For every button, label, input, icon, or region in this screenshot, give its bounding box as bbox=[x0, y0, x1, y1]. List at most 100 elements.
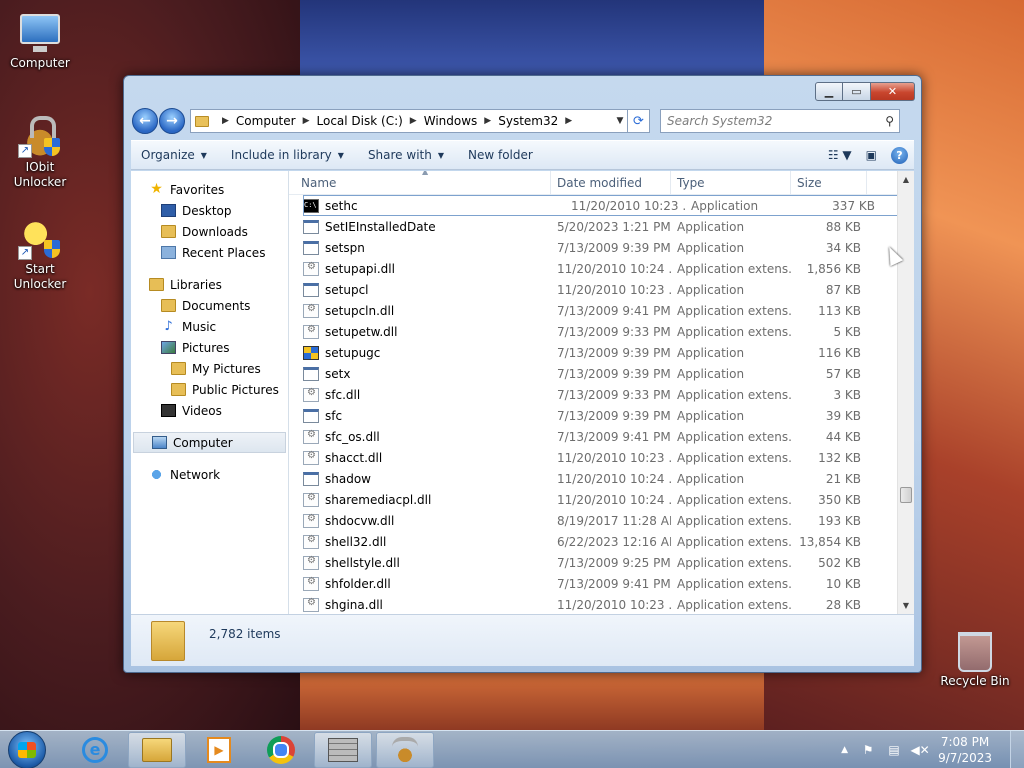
taskbar-unlocker[interactable] bbox=[376, 731, 434, 768]
nav-item-public-pictures[interactable]: Public Pictures bbox=[131, 379, 288, 400]
file-name-cell: setupugc bbox=[289, 345, 551, 360]
nav-item-music[interactable]: ♪ Music bbox=[131, 316, 288, 337]
vertical-scrollbar[interactable]: ▲ ▼ bbox=[897, 171, 914, 614]
column-header-type[interactable]: Type bbox=[671, 171, 791, 195]
column-header-name[interactable]: Name bbox=[289, 171, 551, 195]
file-row[interactable]: shacct.dll 11/20/2010 10:23 ... Applicatio… bbox=[289, 447, 914, 468]
taskbar-chrome[interactable] bbox=[252, 732, 310, 768]
nav-item-downloads[interactable]: Downloads bbox=[131, 221, 288, 242]
chevron-right-icon[interactable]: ▶ bbox=[565, 116, 572, 126]
file-type: Application extens... bbox=[677, 261, 791, 276]
file-row[interactable]: setupcln.dll 7/13/2009 9:41 PM Application… bbox=[289, 300, 914, 321]
column-header-date[interactable]: Date modified bbox=[551, 171, 671, 195]
nav-item-network[interactable]: Network bbox=[131, 464, 288, 485]
desktop-icon-recycle-bin[interactable]: Recycle Bin bbox=[935, 632, 1015, 689]
scrollbar-thumb[interactable] bbox=[900, 487, 912, 503]
file-row[interactable]: setupcl 11/20/2010 10:23 ... Application 87… bbox=[289, 279, 914, 300]
file-name-cell: setupapi.dll bbox=[289, 261, 551, 276]
details-pane: 2,782 items bbox=[131, 614, 914, 666]
address-dropdown-icon[interactable]: ▼ bbox=[613, 116, 627, 126]
show-hidden-icons-icon[interactable]: ▲ bbox=[841, 745, 848, 755]
file-row[interactable]: sfc 7/13/2009 9:39 PM Application 39 KB bbox=[289, 405, 914, 426]
folder-icon bbox=[151, 620, 185, 661]
volume-muted-icon[interactable]: ◀✕ bbox=[910, 742, 929, 758]
chevron-right-icon[interactable]: ▶ bbox=[484, 116, 491, 126]
taskbar-internet-explorer[interactable]: e bbox=[66, 732, 124, 768]
file-row[interactable]: shellstyle.dll 7/13/2009 9:25 PM Applicati… bbox=[289, 552, 914, 573]
file-size: 113 KB bbox=[818, 303, 861, 318]
content-area: ★ Favorites Desktop Downloads Recent Plac… bbox=[131, 171, 914, 614]
file-name: shell32.dll bbox=[325, 534, 387, 549]
start-button[interactable] bbox=[8, 730, 46, 768]
network-icon[interactable]: ▤ bbox=[886, 742, 902, 758]
breadcrumb-item[interactable]: Computer bbox=[236, 114, 296, 128]
chevron-right-icon[interactable]: ▶ bbox=[303, 116, 310, 126]
nav-item-videos[interactable]: Videos bbox=[131, 400, 288, 421]
scroll-up-icon[interactable]: ▲ bbox=[898, 171, 914, 188]
desktop-icon-computer[interactable]: Computer bbox=[0, 8, 80, 71]
file-row[interactable]: sfc_os.dll 7/13/2009 9:41 PM Application e… bbox=[289, 426, 914, 447]
view-options-icon[interactable]: ☷ ▼ bbox=[828, 148, 852, 162]
desktop-icon-iobit-unlocker[interactable]: ↗ IObit Unlocker bbox=[0, 114, 80, 190]
chevron-right-icon[interactable]: ▶ bbox=[410, 116, 417, 126]
dll-file-icon bbox=[303, 576, 319, 591]
taskbar-media-player[interactable]: ▶ bbox=[190, 732, 248, 768]
file-row[interactable]: sharemediacpl.dll 11/20/2010 10:24 ... App… bbox=[289, 489, 914, 510]
file-row[interactable]: shell32.dll 6/22/2023 12:16 AM Application… bbox=[289, 531, 914, 552]
preview-pane-icon[interactable]: ▣ bbox=[866, 148, 877, 162]
file-row[interactable]: setupetw.dll 7/13/2009 9:33 PM Application… bbox=[289, 321, 914, 342]
file-row[interactable]: setx 7/13/2009 9:39 PM Application 57 KB bbox=[289, 363, 914, 384]
close-button[interactable]: ✕ bbox=[871, 82, 915, 101]
file-date: 11/20/2010 10:24 ... bbox=[557, 492, 671, 507]
column-header-size[interactable]: Size bbox=[791, 171, 867, 195]
share-with-button[interactable]: Share with ▼ bbox=[368, 148, 444, 162]
nav-item-favorites[interactable]: ★ Favorites bbox=[131, 179, 288, 200]
help-icon[interactable]: ? bbox=[891, 146, 908, 164]
taskbar-windows-explorer[interactable] bbox=[128, 731, 186, 768]
scroll-down-icon[interactable]: ▼ bbox=[898, 597, 914, 614]
file-row[interactable]: shdocvw.dll 8/19/2017 11:28 AM Application… bbox=[289, 510, 914, 531]
desktop-icon-start-unlocker[interactable]: ↗ Start Unlocker bbox=[0, 216, 80, 292]
file-row[interactable]: shadow 11/20/2010 10:24 ... Application 21 … bbox=[289, 468, 914, 489]
breadcrumb-item[interactable]: System32 bbox=[498, 114, 558, 128]
clock-date: 9/7/2023 bbox=[938, 750, 992, 765]
include-in-library-button[interactable]: Include in library ▼ bbox=[231, 148, 344, 162]
clock[interactable]: 7:08 PM 9/7/2023 bbox=[938, 734, 992, 766]
file-row[interactable]: SetIEInstalledDate 5/20/2023 1:21 PM Appli… bbox=[289, 216, 914, 237]
nav-item-pictures[interactable]: Pictures bbox=[131, 337, 288, 358]
file-row[interactable]: shfolder.dll 7/13/2009 9:41 PM Application… bbox=[289, 573, 914, 594]
file-row[interactable]: setspn 7/13/2009 9:39 PM Application 34 KB bbox=[289, 237, 914, 258]
file-row[interactable]: setupapi.dll 11/20/2010 10:24 ... Applicat… bbox=[289, 258, 914, 279]
maximize-button[interactable]: ▭ bbox=[843, 82, 871, 101]
chevron-right-icon[interactable]: ▶ bbox=[222, 116, 229, 126]
nav-item-libraries[interactable]: Libraries bbox=[131, 274, 288, 295]
organize-button[interactable]: Organize ▼ bbox=[141, 148, 207, 162]
nav-item-my-pictures[interactable]: My Pictures bbox=[131, 358, 288, 379]
file-row[interactable]: C:\ sethc 11/20/2010 10:23 ... Application 3… bbox=[303, 195, 904, 216]
file-row[interactable]: setupugc 7/13/2009 9:39 PM Application 116 … bbox=[289, 342, 914, 363]
file-row[interactable]: shgina.dll 11/20/2010 10:23 ... Applicatio… bbox=[289, 594, 914, 614]
search-input[interactable]: Search System32 ⚲ bbox=[660, 109, 900, 133]
search-icon[interactable]: ⚲ bbox=[885, 114, 894, 128]
nav-item-documents[interactable]: Documents bbox=[131, 295, 288, 316]
action-center-flag-icon[interactable]: ⚑ bbox=[860, 742, 876, 758]
nav-item-desktop[interactable]: Desktop bbox=[131, 200, 288, 221]
file-size: 28 KB bbox=[825, 597, 861, 612]
new-folder-button[interactable]: New folder bbox=[468, 148, 533, 162]
taskbar-firewall-app[interactable] bbox=[314, 731, 372, 768]
app-file-icon bbox=[303, 471, 319, 486]
nav-item-recent-places[interactable]: Recent Places bbox=[131, 242, 288, 263]
file-date: 7/13/2009 9:39 PM bbox=[557, 345, 671, 360]
breadcrumb-item[interactable]: Windows bbox=[424, 114, 478, 128]
minimize-button[interactable]: ▁ bbox=[815, 82, 843, 101]
refresh-button[interactable]: ⟳ bbox=[628, 109, 650, 133]
back-button[interactable]: ← bbox=[132, 108, 158, 134]
breadcrumb-item[interactable]: Local Disk (C:) bbox=[317, 114, 403, 128]
forward-button[interactable]: → bbox=[159, 108, 185, 134]
show-desktop-button[interactable] bbox=[1010, 730, 1024, 768]
file-row[interactable]: sfc.dll 7/13/2009 9:33 PM Application exte… bbox=[289, 384, 914, 405]
address-bar[interactable]: ▶ Computer ▶ Local Disk (C:) ▶ Windows ▶… bbox=[190, 109, 628, 133]
nav-item-computer[interactable]: Computer bbox=[133, 432, 286, 453]
file-size: 87 KB bbox=[825, 282, 861, 297]
file-date: 7/13/2009 9:39 PM bbox=[557, 240, 671, 255]
